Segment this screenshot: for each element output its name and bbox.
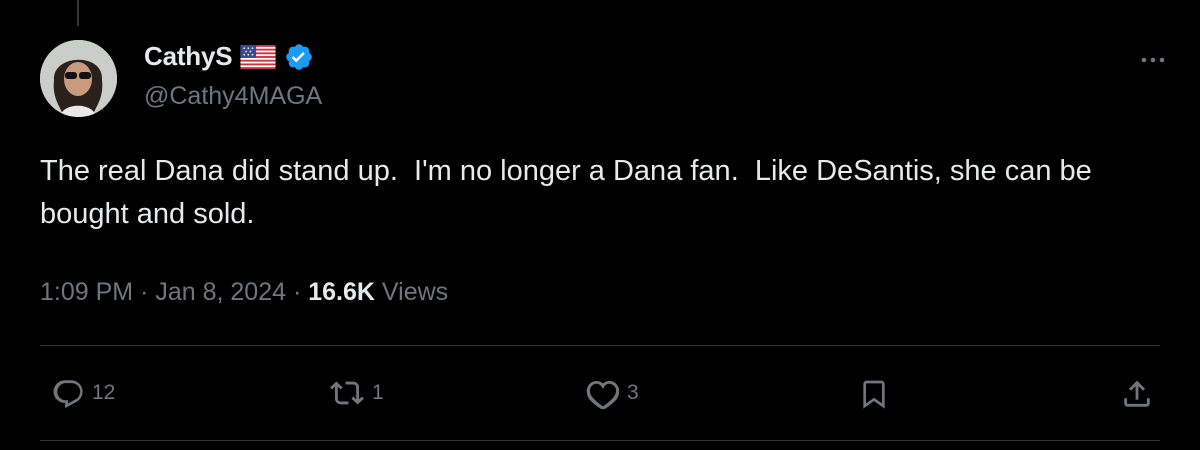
like-count: 3 — [627, 381, 639, 404]
reply-button[interactable]: 12 — [50, 376, 115, 410]
repost-icon — [330, 381, 364, 405]
repost-button[interactable]: 1 — [328, 376, 384, 410]
heart-icon — [586, 380, 620, 410]
share-icon — [1124, 380, 1150, 407]
author-name-row: CathyS — [144, 41, 314, 72]
like-button[interactable]: 3 — [585, 376, 639, 410]
meta-separator: · — [140, 278, 149, 306]
verified-badge-icon[interactable] — [284, 42, 314, 72]
share-button[interactable] — [1120, 376, 1154, 412]
avatar-image — [40, 40, 117, 117]
repost-count: 1 — [372, 381, 384, 404]
views-count: 16.6K — [308, 278, 375, 306]
bookmark-button[interactable] — [858, 376, 890, 412]
meta-separator: · — [292, 278, 302, 306]
tweet-meta: 1:09 PM · Jan 8, 2024 · 16.6K Views — [40, 278, 448, 307]
tweet-time[interactable]: 1:09 PM — [40, 278, 133, 306]
author-handle[interactable]: @Cathy4MAGA — [144, 82, 322, 111]
bookmark-icon — [863, 380, 885, 409]
tweet-date[interactable]: Jan 8, 2024 — [155, 278, 286, 306]
divider — [40, 345, 1160, 346]
views-label: Views — [381, 278, 449, 306]
tweet-text: The real Dana did stand up. I'm no longe… — [40, 155, 1100, 230]
divider — [40, 440, 1160, 441]
reply-icon — [53, 380, 83, 409]
more-options-icon — [1141, 57, 1165, 63]
reply-count: 12 — [92, 381, 116, 404]
more-options-button[interactable] — [1138, 50, 1168, 70]
us-flag-icon — [240, 44, 276, 69]
display-name[interactable]: CathyS — [144, 41, 233, 72]
avatar[interactable] — [40, 40, 117, 117]
thread-connector-line — [77, 0, 79, 26]
